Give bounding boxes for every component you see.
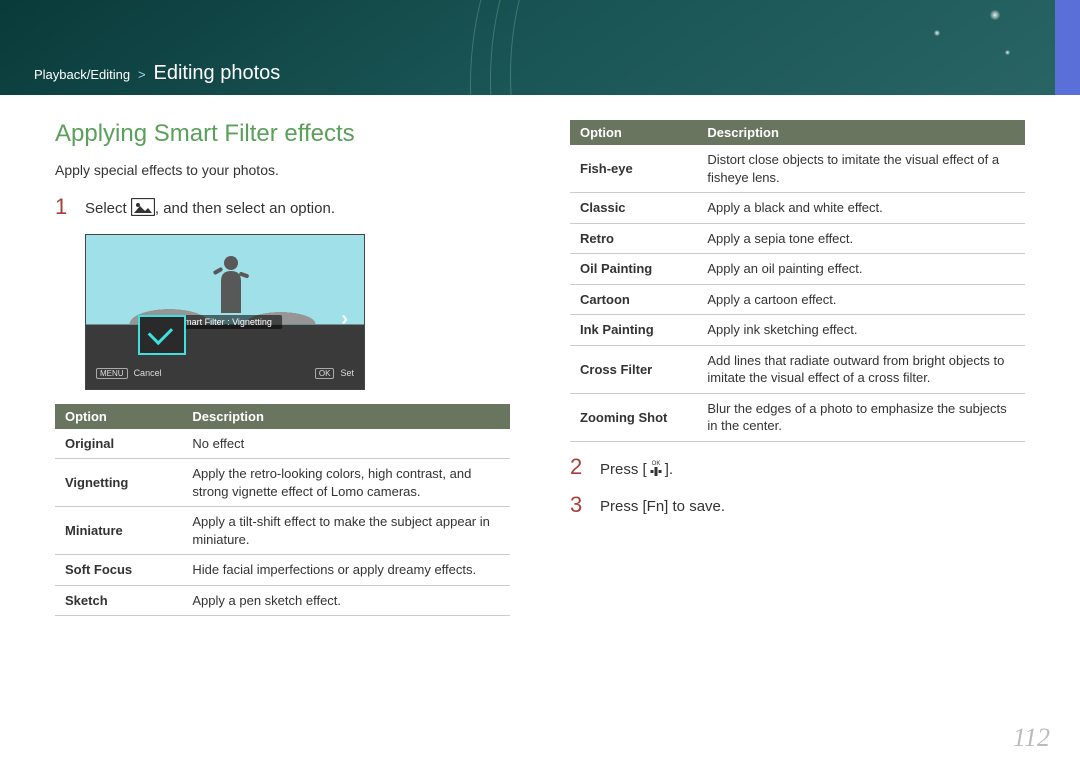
- ok-key-icon: OK: [315, 368, 335, 379]
- breadcrumb: Playback/Editing > Editing photos: [34, 62, 280, 85]
- section-title: Applying Smart Filter effects: [55, 120, 510, 148]
- step-3: 3 Press [Fn] to save.: [570, 494, 1025, 519]
- step-text: Press [Fn] to save.: [600, 494, 725, 519]
- set-label: Set: [340, 368, 354, 378]
- page-number: 112: [1013, 723, 1050, 753]
- sparkle-icon: [1005, 50, 1010, 55]
- breadcrumb-section: Playback/Editing: [34, 67, 130, 82]
- section-subtitle: Apply special effects to your photos.: [55, 162, 510, 178]
- table-row: Oil PaintingApply an oil painting effect…: [570, 254, 1025, 285]
- table-row: Cross FilterAdd lines that radiate outwa…: [570, 345, 1025, 393]
- table-row: Fish-eyeDistort close objects to imitate…: [570, 145, 1025, 193]
- sparkle-icon: [934, 30, 940, 36]
- step-number: 1: [55, 196, 73, 218]
- screenshot-silhouette: [211, 253, 251, 313]
- header-band: Playback/Editing > Editing photos: [0, 0, 1080, 95]
- step-text: Select , and then select an option.: [85, 196, 335, 224]
- step-1: 1 Select , and then select an option.: [55, 196, 510, 224]
- table-row: MiniatureApply a tilt-shift effect to ma…: [55, 507, 510, 555]
- step-number: 3: [570, 494, 588, 516]
- ok-dpad-icon: OK: [647, 458, 665, 484]
- breadcrumb-separator: >: [138, 67, 146, 82]
- screenshot-bottom-bar: MENU Cancel OK Set: [86, 358, 364, 389]
- th-option: Option: [55, 404, 182, 429]
- table-row: VignettingApply the retro-looking colors…: [55, 459, 510, 507]
- options-table-left: Option Description OriginalNo effect Vig…: [55, 404, 510, 617]
- table-row: RetroApply a sepia tone effect.: [570, 223, 1025, 254]
- th-option: Option: [570, 120, 697, 145]
- screenshot-thumbnail-selected: [138, 315, 186, 355]
- header-tab: [1055, 0, 1080, 95]
- table-row: Soft FocusHide facial imperfections or a…: [55, 555, 510, 586]
- step-2: 2 Press [OK].: [570, 456, 1025, 484]
- options-table-right: Option Description Fish-eyeDistort close…: [570, 120, 1025, 442]
- decor-arc: [470, 0, 1080, 95]
- table-row: SketchApply a pen sketch effect.: [55, 585, 510, 616]
- menu-key-icon: MENU: [96, 368, 128, 379]
- breadcrumb-page: Editing photos: [154, 62, 281, 84]
- example-screenshot: Smart Filter : Vignetting › MENU Cancel …: [85, 234, 365, 390]
- step-number: 2: [570, 456, 588, 478]
- cancel-label: Cancel: [134, 368, 162, 378]
- table-row: OriginalNo effect: [55, 429, 510, 459]
- table-row: Zooming ShotBlur the edges of a photo to…: [570, 393, 1025, 441]
- sparkle-icon: [990, 10, 1000, 20]
- column-right: Option Description Fish-eyeDistort close…: [570, 120, 1025, 630]
- th-description: Description: [697, 120, 1025, 145]
- column-left: Applying Smart Filter effects Apply spec…: [55, 120, 510, 630]
- smart-filter-icon: [131, 198, 155, 224]
- chevron-right-icon: ›: [341, 308, 348, 331]
- table-row: CartoonApply a cartoon effect.: [570, 284, 1025, 315]
- step-text: Press [OK].: [600, 456, 673, 484]
- th-description: Description: [182, 404, 510, 429]
- table-row: ClassicApply a black and white effect.: [570, 193, 1025, 224]
- table-row: Ink PaintingApply ink sketching effect.: [570, 315, 1025, 346]
- svg-text:OK: OK: [651, 461, 660, 467]
